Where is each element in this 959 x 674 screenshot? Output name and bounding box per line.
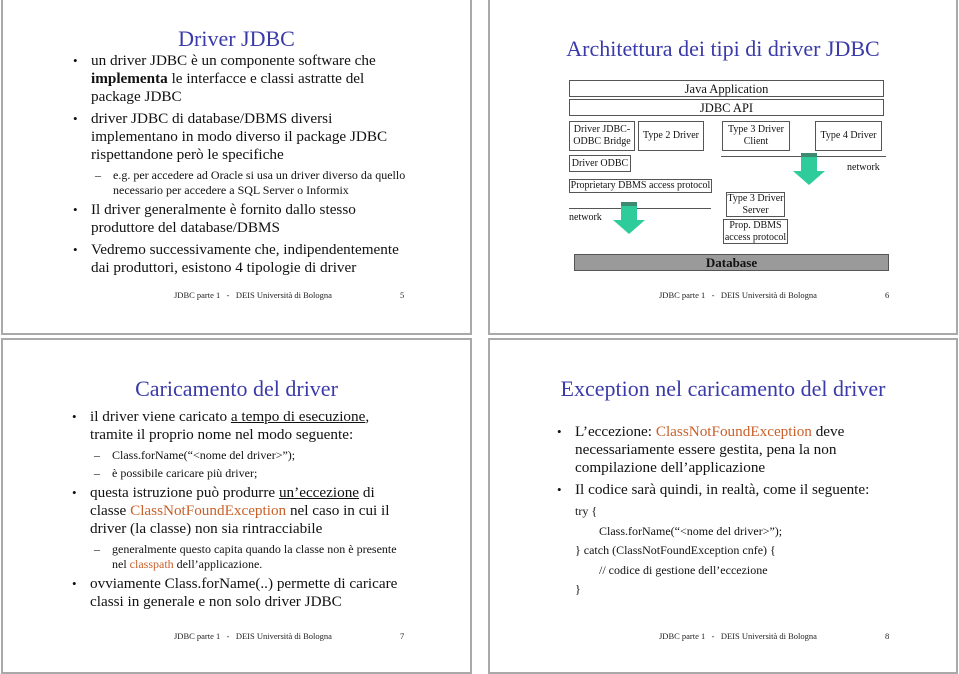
type3-server-box: Type 3 Driver Server [726,192,785,217]
bullet-item: Il codice sarà quindi, in realtà, come i… [557,481,897,499]
network-label-left: network [569,212,602,223]
underlined-text: un’eccezione [278,484,360,501]
bullet-item: L’eccezione: ClassNotFoundException deve… [557,423,897,477]
slide-footer: JDBC parte 1 - DEIS Università di Bologn… [659,631,817,641]
code-block: try { Class.forName(“<nome del driver>”)… [575,502,782,600]
bullet-list: un driver JDBC è un componente software … [73,52,413,281]
prop-dbms-protocol-box: Prop. DBMS access protocol [723,219,788,244]
slide-title: Architettura dei tipi di driver JDBC [566,36,880,61]
dash-marker: – [94,542,100,556]
dash-marker: – [94,466,100,480]
bold-text: implementa [91,70,168,87]
down-arrow-icon [613,202,645,234]
type3-client-box: Type 3 Driver Client [722,121,790,151]
code-line: // codice di gestione dell’eccezione [599,562,768,577]
code-line: } catch (ClassNotFoundException cnfe) { [575,543,776,557]
slide-footer: JDBC parte 1 - DEIS Università di Bologn… [174,631,332,641]
bullet-list: il driver viene caricato a tempo di esec… [72,408,412,615]
slide-7: Caricamento del driver il driver viene c… [1,338,472,674]
bullet-item: un driver JDBC è un componente software … [73,52,413,106]
type4-driver-box: Type 4 Driver [815,121,882,151]
code-line: Class.forName(“<nome del driver>”); [599,523,783,538]
page-number: 5 [400,290,405,300]
down-arrow-icon [793,153,825,185]
bullet-item: driver JDBC di database/DBMS diversi imp… [73,110,413,164]
jdbc-api-box: JDBC API [569,99,884,116]
driver-odbc-box: Driver ODBC [569,155,631,172]
slide-8: Exception nel caricamento del driver L’e… [488,338,958,674]
highlighted-class-name: ClassNotFoundException [655,423,812,440]
page-number: 7 [400,631,405,641]
highlighted-class-name: ClassNotFoundException [130,502,287,519]
dash-marker: – [95,168,101,182]
code-line: } [575,582,581,596]
slide-footer: JDBC parte 1 - DEIS Università di Bologn… [659,290,817,300]
sub-bullet-item: – generalmente questo capita quando la cl… [94,542,397,571]
java-application-box: Java Application [569,80,884,97]
underlined-text: a tempo di esecuzione [230,408,366,425]
bullet-item: Il driver generalmente è fornito dallo s… [73,201,413,237]
proprietary-protocol-box: Proprietary DBMS access protocol [569,179,712,193]
dash-marker: – [94,448,100,462]
slide-6: Architettura dei tipi di driver JDBC Jav… [488,0,958,335]
jdbc-odbc-bridge-box: Driver JDBC-ODBC Bridge [569,121,635,151]
slide-title: Driver JDBC [178,26,295,51]
slide-title: Exception nel caricamento del driver [560,376,886,401]
network-label-right: network [847,162,880,173]
slide-title: Caricamento del driver [135,376,338,401]
page-number: 6 [885,290,890,300]
bullet-item: ovviamente Class.forName(..) permette di… [72,575,412,611]
type2-driver-box: Type 2 Driver [638,121,704,151]
slide-footer: JDBC parte 1 - DEIS Università di Bologn… [174,290,332,300]
bullet-item: il driver viene caricato a tempo di esec… [72,408,412,444]
database-bar: Database [574,254,889,271]
page-number: 8 [885,631,890,641]
sub-bullet-item: – è possibile caricare più driver; [94,466,258,480]
bullet-item: Vedremo successivamente che, indipendent… [73,241,413,277]
bullet-item: questa istruzione può produrre un’eccezi… [72,484,412,538]
sub-bullet-item: – Class.forName(“<nome del driver>”); [94,448,296,462]
sub-bullet-item: – e.g. per accedere ad Oracle si usa un d… [95,168,406,197]
code-line: try { [575,504,598,518]
bullet-list: L’eccezione: ClassNotFoundException deve… [557,423,897,501]
slide-5: Driver JDBC un driver JDBC è un componen… [1,0,472,335]
highlighted-term: classpath [129,557,174,571]
